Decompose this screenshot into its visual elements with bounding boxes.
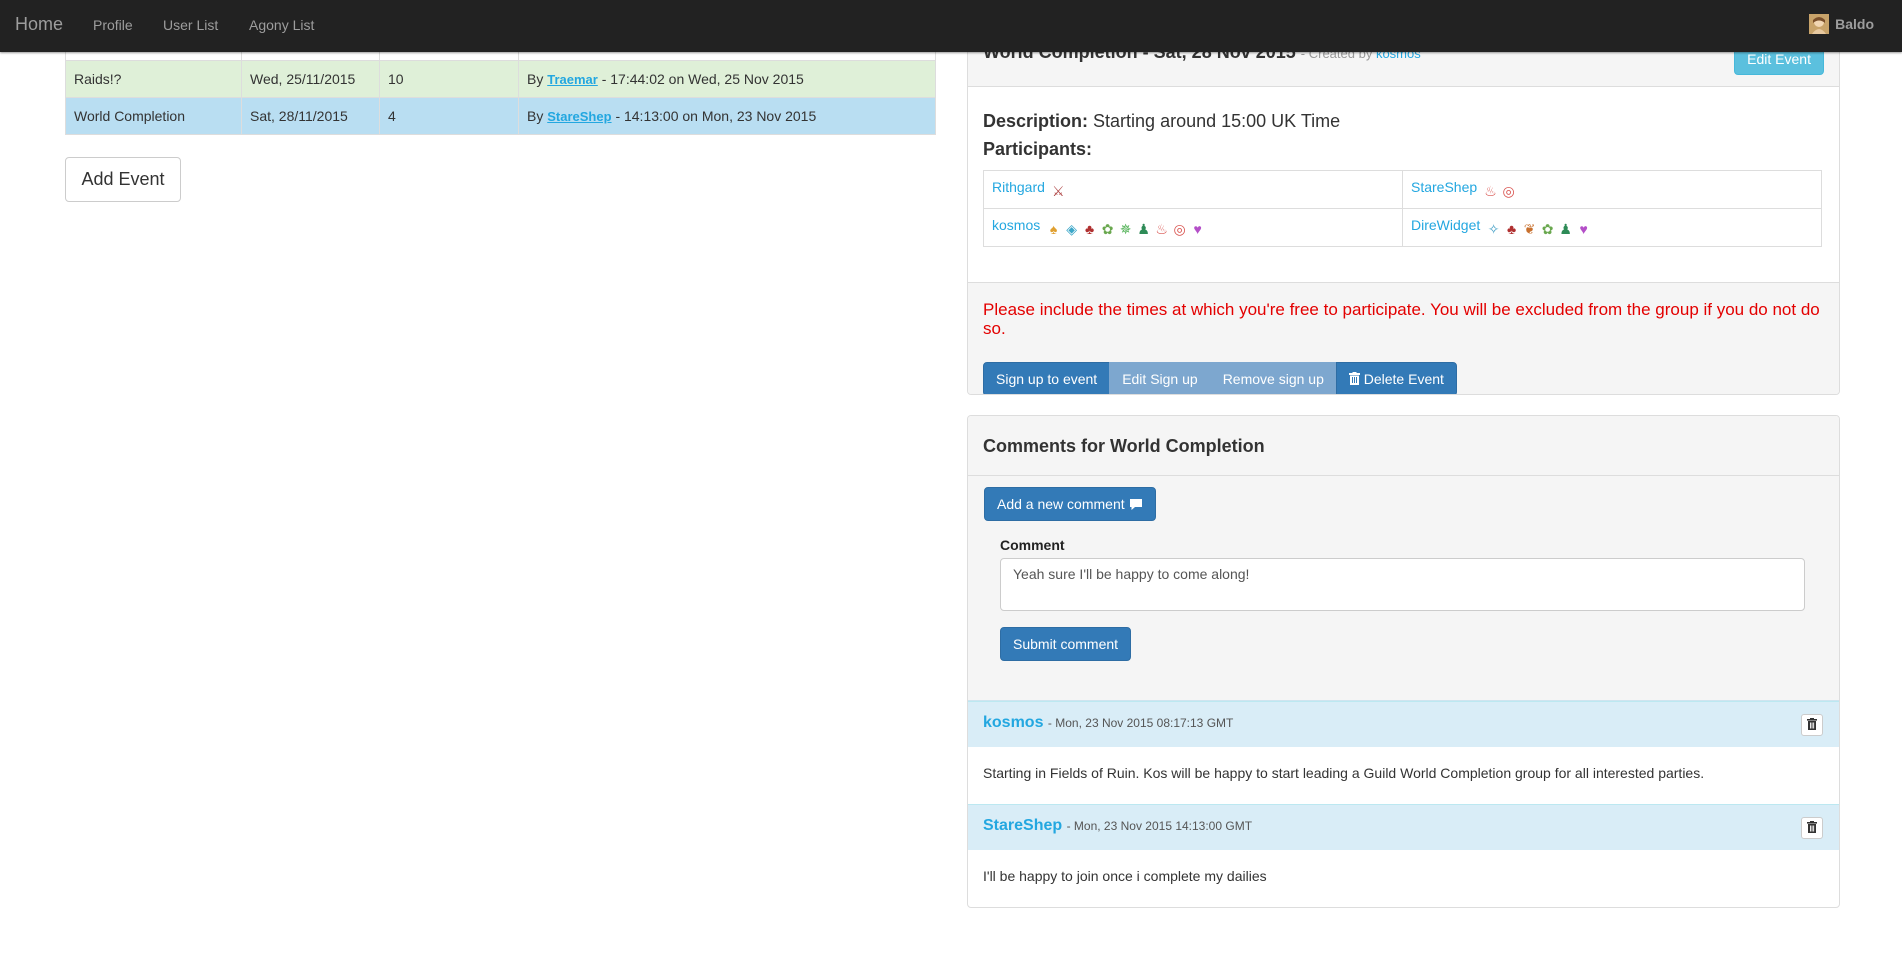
participant-cell: StareShep ♨ ◎: [1402, 170, 1822, 209]
spiral-spec-icon: ◎: [1502, 183, 1515, 199]
events-table: Raids!? Wed, 25/11/2015 10 By Traemar - …: [65, 42, 936, 135]
user-avatar-icon: [1809, 14, 1830, 34]
event-footer: Please include the times at which you're…: [968, 282, 1839, 394]
fire-spec-icon: ♨: [1155, 221, 1168, 237]
mushroom-spec-icon: ♣: [1085, 221, 1095, 237]
add-comment-button[interactable]: Add a new comment: [984, 487, 1156, 521]
table-row[interactable]: World Completion Sat, 28/11/2015 4 By St…: [65, 97, 936, 135]
participant-link[interactable]: DireWidget: [1411, 217, 1480, 233]
mushroom-spec-icon: ♣: [1507, 221, 1517, 237]
comments-heading: Comments for World Completion: [968, 416, 1839, 476]
comment-item: kosmos - Mon, 23 Nov 2015 08:17:13 GMT S…: [968, 701, 1839, 805]
comment-author: StareShep - Mon, 23 Nov 2015 14:13:00 GM…: [983, 817, 1253, 834]
burst-spec-icon: ✵: [1119, 221, 1132, 237]
comment-time: - Mon, 23 Nov 2015 08:17:13 GMT: [1047, 716, 1234, 730]
participant-cell: DireWidget ✧ ♣ ❦ ✿ ♟ ♥: [1402, 208, 1822, 247]
ice-spec-icon: ✧: [1487, 221, 1500, 237]
event-date: Wed, 25/11/2015: [241, 60, 380, 98]
trash-icon: [1348, 371, 1364, 387]
delete-comment-button[interactable]: [1801, 817, 1823, 839]
event-count: 10: [379, 60, 519, 98]
table-row[interactable]: Raids!? Wed, 25/11/2015 10 By Traemar - …: [65, 60, 936, 98]
submit-comment-button[interactable]: Submit comment: [1000, 627, 1132, 661]
trash-icon: [1807, 820, 1817, 835]
comment-author: kosmos - Mon, 23 Nov 2015 08:17:13 GMT: [983, 714, 1234, 731]
delete-event-button[interactable]: Delete Event: [1335, 362, 1457, 394]
remove-sign-up-button[interactable]: Remove sign up: [1209, 362, 1337, 394]
comment-text: I'll be happy to join once i complete my…: [983, 868, 1267, 884]
comment-textarea[interactable]: Yeah sure I'll be happy to come along!: [1000, 558, 1805, 611]
delete-comment-button[interactable]: [1801, 714, 1823, 736]
butterfly-spec-icon: ♥: [1193, 221, 1202, 237]
comments-title: Comments for World Completion: [983, 436, 1265, 456]
event-created-by: By StareShep - 14:13:00 on Mon, 23 Nov 2…: [518, 97, 936, 135]
nav-user-list[interactable]: User List: [163, 17, 218, 33]
paw-spec-icon: ❦: [1523, 221, 1536, 237]
event-detail-panel: World Completion - Sat, 28 Nov 2015 - Cr…: [967, 30, 1840, 395]
event-name: World Completion: [65, 97, 242, 135]
comment-item: StareShep - Mon, 23 Nov 2015 14:13:00 GM…: [968, 804, 1839, 907]
user-menu[interactable]: Baldo: [1809, 14, 1874, 34]
spiral-spec-icon: ◎: [1173, 221, 1186, 237]
home-link[interactable]: Home: [15, 14, 63, 35]
participant-cell: Rithgard ⚔: [983, 170, 1403, 209]
participant-cell: kosmos ♠ ◈ ♣ ✿ ✵ ♟ ♨ ◎ ♥: [983, 208, 1403, 247]
comment-text: Starting in Fields of Ruin. Kos will be …: [983, 765, 1705, 781]
event-date: Sat, 28/11/2015: [241, 97, 380, 135]
event-author-link[interactable]: StareShep: [547, 109, 611, 124]
comment-form: Add a new comment Comment Yeah sure I'll…: [968, 476, 1839, 701]
add-event-button[interactable]: Add Event: [65, 157, 181, 202]
comment-header: kosmos - Mon, 23 Nov 2015 08:17:13 GMT: [968, 702, 1839, 747]
guardian-spec-icon: ♠: [1049, 221, 1058, 237]
skull-spec-icon: ♟: [1559, 221, 1572, 237]
fire-spec-icon: ♨: [1484, 183, 1497, 199]
nav-agony-list[interactable]: Agony List: [249, 17, 314, 33]
skull-spec-icon: ♟: [1137, 221, 1150, 237]
leaf-spec-icon: ✿: [1541, 221, 1554, 237]
event-description: Description: Starting around 15:00 UK Ti…: [983, 111, 1341, 131]
shield-spec-icon: ◈: [1066, 221, 1078, 237]
comment-icon: [1129, 496, 1143, 512]
butterfly-spec-icon: ♥: [1579, 221, 1588, 237]
participants-label: Participants:: [983, 139, 1093, 159]
sign-up-button[interactable]: Sign up to event: [983, 362, 1111, 394]
comment-label: Comment: [1000, 537, 1065, 553]
edit-sign-up-button[interactable]: Edit Sign up: [1109, 362, 1211, 394]
navbar: Home Profile User List Agony List Baldo: [0, 0, 1902, 52]
comment-header: StareShep - Mon, 23 Nov 2015 14:13:00 GM…: [968, 805, 1839, 850]
leaf-spec-icon: ✿: [1101, 221, 1114, 237]
user-name: Baldo: [1835, 16, 1874, 32]
event-author-link[interactable]: Traemar: [547, 72, 598, 87]
signup-button-group: Sign up to event Edit Sign up Remove sig…: [983, 362, 1457, 394]
event-name: Raids!?: [65, 60, 242, 98]
signup-warning: Please include the times at which you're…: [983, 300, 1820, 338]
comment-time: - Mon, 23 Nov 2015 14:13:00 GMT: [1066, 819, 1253, 833]
trash-icon: [1807, 717, 1817, 732]
comments-panel: Comments for World Completion Add a new …: [967, 415, 1840, 908]
nav-profile[interactable]: Profile: [93, 17, 133, 33]
event-created-by: By Traemar - 17:44:02 on Wed, 25 Nov 201…: [518, 60, 936, 98]
participant-link[interactable]: kosmos: [992, 217, 1040, 233]
event-count: 4: [379, 97, 519, 135]
participant-link[interactable]: StareShep: [1411, 179, 1477, 195]
participant-link[interactable]: Rithgard: [992, 179, 1045, 195]
participants-table: Rithgard ⚔ StareShep ♨ ◎ kosmos ♠ ◈ ♣ ✿ ✵ ♟ ♨ ◎ ♥…: [983, 170, 1822, 247]
warrior-spec-icon: ⚔: [1052, 183, 1065, 199]
